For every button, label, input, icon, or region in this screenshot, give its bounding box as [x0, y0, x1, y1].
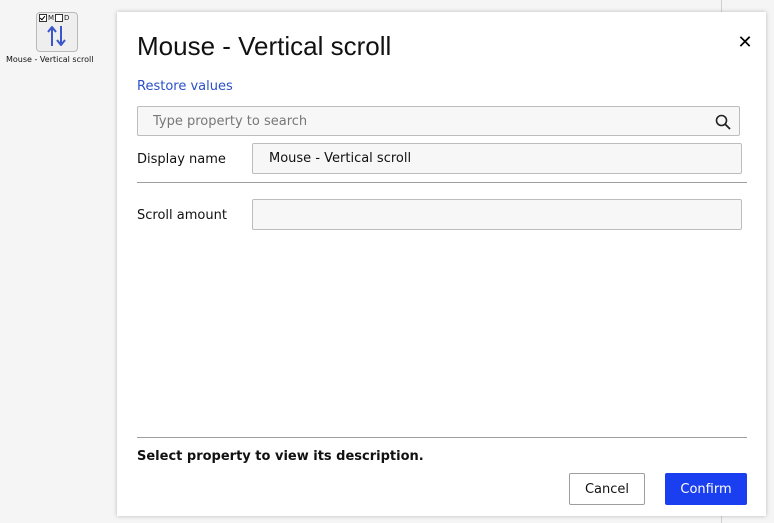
flag-m-label: M	[48, 14, 55, 22]
search-icon[interactable]	[715, 114, 731, 130]
close-icon[interactable]: ✕	[736, 34, 754, 52]
dialog-title: Mouse - Vertical scroll	[137, 31, 392, 61]
flag-d-checkbox[interactable]	[55, 14, 64, 22]
confirm-button[interactable]: Confirm	[665, 473, 747, 505]
property-divider	[137, 182, 747, 183]
node-flags: M D	[39, 14, 69, 22]
cancel-button[interactable]: Cancel	[569, 473, 645, 505]
scroll-amount-field[interactable]	[252, 199, 742, 230]
property-description: Select property to view its description.	[137, 449, 424, 464]
flag-d-label: D	[64, 14, 70, 22]
node-label: Mouse - Vertical scroll	[6, 55, 94, 64]
display-name-field[interactable]	[252, 143, 742, 174]
properties-dialog: Mouse - Vertical scroll ✕ Restore values…	[117, 12, 766, 516]
vertical-scroll-arrows-icon	[47, 26, 66, 46]
vertical-scroll-node[interactable]: M D	[36, 12, 78, 52]
scroll-amount-label: Scroll amount	[137, 208, 227, 223]
description-divider	[137, 437, 747, 438]
flag-m-checkbox[interactable]	[39, 14, 47, 22]
property-search	[137, 106, 740, 136]
display-name-label: Display name	[137, 152, 226, 167]
restore-values-link[interactable]: Restore values	[137, 79, 233, 94]
search-input[interactable]	[138, 107, 708, 135]
